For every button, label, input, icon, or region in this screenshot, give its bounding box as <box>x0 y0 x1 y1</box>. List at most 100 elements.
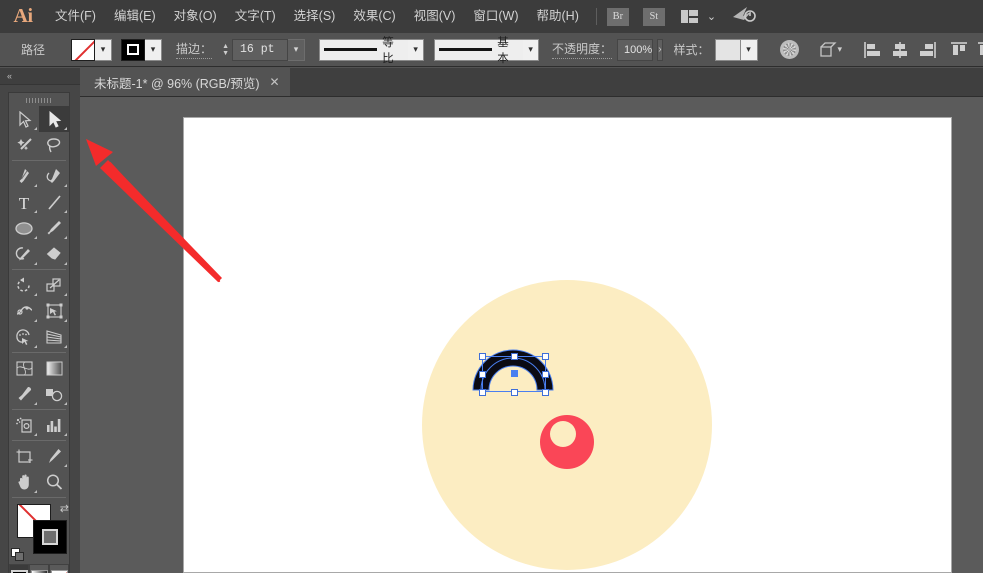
selection-handle-middle-right[interactable] <box>542 371 549 378</box>
tool-free-transform[interactable] <box>39 298 69 324</box>
tool-artboard[interactable] <box>9 443 39 469</box>
fill-stroke-indicator: ⇄ <box>9 502 71 564</box>
opacity-more-options-button[interactable]: › <box>657 39 662 61</box>
menu-effect[interactable]: 效果(C) <box>344 0 404 33</box>
selection-handle-top-right[interactable] <box>542 353 549 360</box>
collapse-panel-button[interactable]: « <box>0 68 80 85</box>
tool-zoom[interactable] <box>39 469 69 495</box>
align-left-icon[interactable] <box>863 39 883 61</box>
opacity-input[interactable]: 100% <box>617 39 653 61</box>
menu-object[interactable]: 对象(O) <box>165 0 226 33</box>
tool-scale[interactable] <box>39 272 69 298</box>
menu-edit[interactable]: 编辑(E) <box>105 0 165 33</box>
tool-gradient[interactable] <box>39 355 69 381</box>
default-fill-stroke-icon[interactable] <box>11 548 25 562</box>
tool-symbol-sprayer[interactable] <box>9 412 39 438</box>
stroke-swatch-dropdown[interactable]: ▾ <box>145 39 162 61</box>
menu-file[interactable]: 文件(F) <box>46 0 105 33</box>
swap-fill-stroke-icon[interactable]: ⇄ <box>60 502 69 515</box>
align-center-horizontal-icon[interactable] <box>890 39 910 61</box>
selection-handle-top-left[interactable] <box>479 353 486 360</box>
selection-center-point[interactable] <box>511 370 518 377</box>
color-mode-button[interactable] <box>9 564 29 573</box>
selection-handle-bottom-center[interactable] <box>511 389 518 396</box>
tool-width[interactable] <box>9 298 39 324</box>
document-window[interactable] <box>80 97 983 573</box>
recolor-artwork-icon[interactable] <box>780 39 799 61</box>
selection-handle-middle-left[interactable] <box>479 371 486 378</box>
width-profile-box[interactable]: 等比 <box>319 39 408 61</box>
tool-lasso[interactable] <box>39 132 69 158</box>
document-tab[interactable]: 未标题-1* @ 96% (RGB/预览) ✕ <box>80 68 290 96</box>
tool-pen[interactable] <box>9 163 39 189</box>
flyout-indicator-icon <box>64 402 67 405</box>
flyout-indicator-icon <box>34 293 37 296</box>
tool-direct-selection[interactable] <box>9 106 39 132</box>
selection-handle-top-center[interactable] <box>511 353 518 360</box>
app-logo: Ai <box>0 0 46 33</box>
tool-rotate[interactable] <box>9 272 39 298</box>
tool-selection[interactable] <box>39 106 69 132</box>
align-top-icon[interactable] <box>949 39 969 61</box>
chevron-down-icon[interactable]: ⌄ <box>707 10 716 23</box>
menu-type[interactable]: 文字(T) <box>226 0 285 33</box>
menu-select[interactable]: 选择(S) <box>285 0 345 33</box>
tool-row <box>9 163 69 189</box>
tool-row <box>9 241 69 267</box>
tool-row <box>9 469 69 495</box>
tool-eyedropper[interactable] <box>9 381 39 407</box>
workspace-switcher-icon[interactable] <box>681 10 698 23</box>
gradient-mode-button[interactable] <box>29 564 49 573</box>
fill-color-swatch[interactable] <box>71 39 95 61</box>
brush-definition-box[interactable]: 基本 <box>434 39 523 61</box>
cc-sync-icon[interactable] <box>732 5 756 28</box>
stock-button[interactable]: St <box>643 8 665 26</box>
tool-eraser[interactable] <box>39 241 69 267</box>
stroke-swatch-black[interactable] <box>33 520 67 554</box>
align-middle-icon[interactable] <box>976 39 983 61</box>
tool-slice[interactable] <box>39 443 69 469</box>
close-icon[interactable]: ✕ <box>270 75 280 89</box>
tool-curvature[interactable] <box>39 163 69 189</box>
menu-window[interactable]: 窗口(W) <box>464 0 527 33</box>
stroke-weight-dropdown[interactable]: ▾ <box>288 39 305 61</box>
graphic-style-swatch[interactable] <box>715 39 741 61</box>
tool-ellipse[interactable] <box>9 215 39 241</box>
selection-handle-bottom-right[interactable] <box>542 389 549 396</box>
opacity-label: 不透明度： <box>552 40 612 59</box>
stroke-weight-input[interactable]: 16 pt <box>232 39 288 61</box>
menu-help[interactable]: 帮助(H) <box>528 0 588 33</box>
bridge-button[interactable]: Br <box>607 8 629 26</box>
menu-view[interactable]: 视图(V) <box>405 0 465 33</box>
tool-mesh[interactable] <box>9 355 39 381</box>
tool-magic-wand[interactable] <box>9 132 39 158</box>
align-right-icon[interactable] <box>917 39 937 61</box>
tool-paintbrush[interactable] <box>39 215 69 241</box>
selection-handle-bottom-left[interactable] <box>479 389 486 396</box>
width-profile-preview-icon <box>324 48 377 51</box>
flyout-indicator-icon <box>64 262 67 265</box>
artboard[interactable] <box>183 117 952 573</box>
illustrator-window: Ai 文件(F) 编辑(E) 对象(O) 文字(T) 选择(S) 效果(C) 视… <box>0 0 983 573</box>
tool-shaper[interactable] <box>9 241 39 267</box>
brush-definition-dropdown[interactable]: ▾ <box>523 39 539 61</box>
graphic-style-dropdown[interactable]: ▾ <box>741 39 758 61</box>
stroke-color-swatch[interactable] <box>121 39 145 61</box>
tool-perspective-grid[interactable] <box>39 324 69 350</box>
width-profile-dropdown[interactable]: ▾ <box>408 39 424 61</box>
none-mode-button[interactable] <box>49 564 69 573</box>
flyout-indicator-icon <box>34 127 37 130</box>
tool-hand[interactable] <box>9 469 39 495</box>
tool-shape-builder[interactable] <box>9 324 39 350</box>
tools-panel-grip[interactable] <box>9 95 69 106</box>
tool-line-segment[interactable] <box>39 189 69 215</box>
fill-swatch-dropdown[interactable]: ▾ <box>95 39 112 61</box>
tool-column-graph[interactable] <box>39 412 69 438</box>
tool-blend[interactable] <box>39 381 69 407</box>
tool-type[interactable]: T <box>9 189 39 215</box>
transform-chevron-icon[interactable]: ▾ <box>838 44 843 55</box>
stroke-weight-stepper[interactable]: ▲▼ <box>219 39 232 61</box>
tools-divider <box>12 440 66 441</box>
flyout-indicator-icon <box>34 236 37 239</box>
transform-icon[interactable] <box>819 39 837 61</box>
